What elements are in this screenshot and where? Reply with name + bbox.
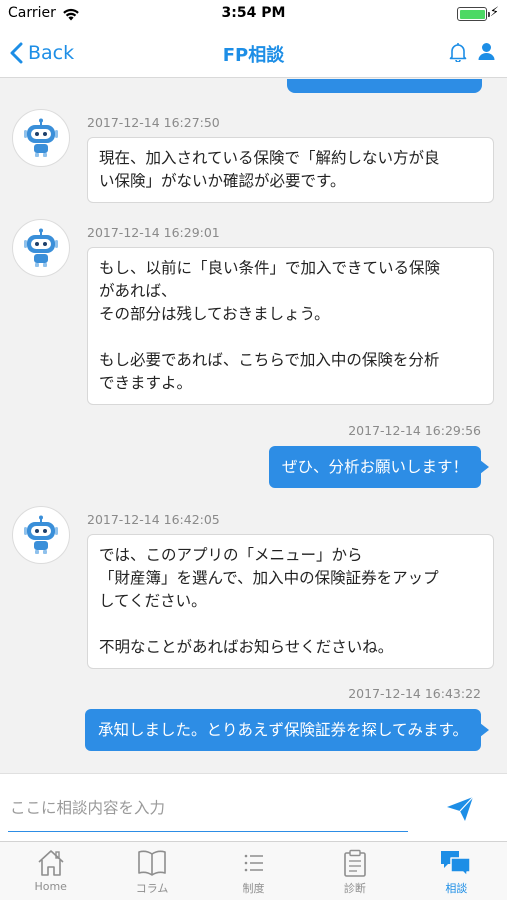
book-icon [138, 850, 166, 876]
bot-message-bubble: もし、以前に「良い条件」で加入できている保険 があれば、 その部分は残しておきま… [87, 247, 494, 405]
bot-avatar [12, 109, 70, 167]
user-message-bubble: 承知しました。とりあえず保険証券を探してみます。 [85, 709, 489, 751]
tab-system[interactable]: 制度 [203, 842, 304, 900]
message-composer [0, 773, 507, 841]
tab-label: 制度 [242, 882, 265, 895]
list-icon [244, 854, 263, 872]
tab-label: 相談 [445, 882, 468, 895]
bot-avatar [12, 506, 70, 564]
tab-label: 診断 [343, 882, 366, 895]
tab-column[interactable]: コラム [101, 842, 202, 900]
message-timestamp: 2017-12-14 16:27:50 [87, 115, 220, 130]
chat-thread[interactable]: 2017-12-14 16:27:50 現在、加入されている保険で「解約しない方… [0, 79, 507, 773]
previous-message-stub [287, 79, 482, 93]
tab-diagnosis[interactable]: 診断 [304, 842, 405, 900]
chevron-left-icon [10, 42, 23, 64]
bot-avatar [12, 219, 70, 277]
robot-icon [24, 118, 58, 157]
page-title: FP相談 [222, 45, 285, 66]
robot-icon [24, 228, 58, 267]
send-icon [447, 796, 474, 821]
status-time: 3:54 PM [221, 5, 286, 21]
tab-label: Home [34, 880, 67, 893]
message-timestamp: 2017-12-14 16:42:05 [87, 512, 220, 527]
bolt-icon: ⚡ [489, 5, 499, 20]
clipboard-icon [344, 849, 366, 877]
robot-icon [24, 515, 58, 554]
message-timestamp: 2017-12-14 16:29:56 [348, 423, 481, 438]
tab-consult[interactable]: 相談 [406, 842, 507, 900]
tab-bar: Home コラム 制度 診断 相談 [0, 841, 507, 900]
bell-icon[interactable] [449, 42, 467, 66]
battery-icon [457, 7, 490, 21]
bot-message-bubble: 現在、加入されている保険で「解約しない方が良 い保険」がないか確認が必要です。 [87, 137, 494, 203]
back-button[interactable]: Back [10, 38, 74, 68]
tab-home[interactable]: Home [0, 842, 101, 900]
nav-bar: Back FP相談 [0, 28, 507, 78]
bot-message-bubble: では、このアプリの「メニュー」から 「財産簿」を選んで、加入中の保険証券をアップ… [87, 534, 494, 669]
user-icon[interactable] [478, 42, 495, 65]
message-timestamp: 2017-12-14 16:29:01 [87, 225, 220, 240]
chat-icon [441, 851, 472, 877]
status-bar: Carrier 3:54 PM ⚡ [0, 0, 507, 28]
send-button[interactable] [442, 791, 478, 827]
home-icon [38, 850, 64, 876]
tab-label: コラム [135, 882, 169, 895]
user-message-bubble: ぜひ、分析お願いします！ [268, 446, 490, 488]
message-timestamp: 2017-12-14 16:43:22 [348, 686, 481, 701]
message-input[interactable] [8, 784, 408, 832]
back-label: Back [28, 42, 75, 64]
